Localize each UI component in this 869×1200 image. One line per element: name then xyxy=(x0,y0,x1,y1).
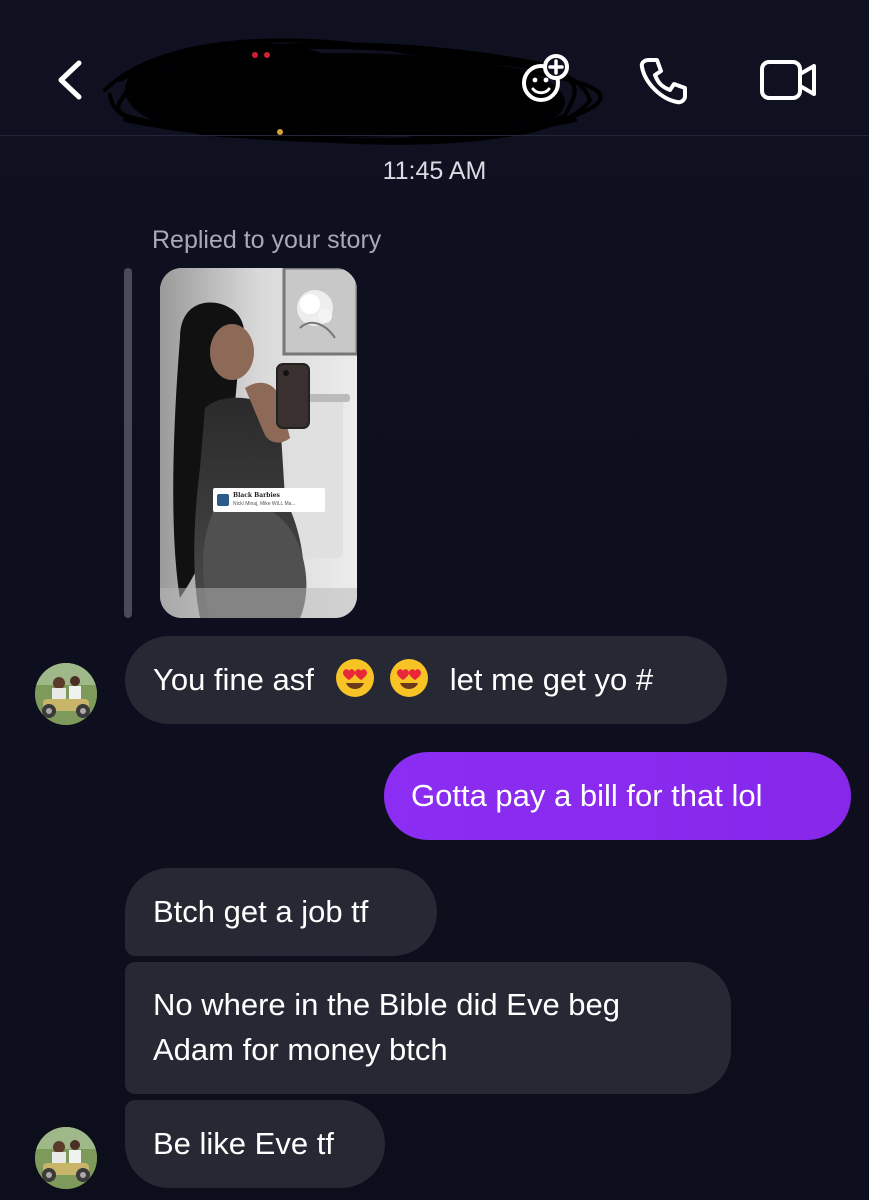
call-button[interactable] xyxy=(628,45,698,115)
message-text: Be like Eve tf xyxy=(153,1126,334,1161)
thread-header xyxy=(0,0,869,145)
message-text-line: Adam for money btch xyxy=(153,1032,448,1067)
message-text: let me get yo # xyxy=(449,662,654,697)
header-divider xyxy=(0,135,869,136)
story-photo xyxy=(160,268,357,618)
heart-eyes-emoji xyxy=(390,659,429,697)
music-title: Black Barbies xyxy=(233,492,280,499)
message-text: Gotta pay a bill for that lol xyxy=(411,778,763,813)
dm-thread-screen: 11:45 AM Replied to your story Black Bar… xyxy=(0,0,869,1200)
message-bubble-incoming[interactable]: Be like Eve tf xyxy=(125,1100,385,1188)
message-text: You fine asf xyxy=(153,662,314,697)
music-sticker[interactable]: Black Barbies Nicki Minaj, Mike WiLL Ma.… xyxy=(213,488,325,512)
video-camera-icon xyxy=(760,60,816,100)
message-timestamp: 11:45 AM xyxy=(382,157,487,185)
back-button[interactable] xyxy=(40,50,100,110)
avatar-image xyxy=(35,1127,97,1189)
sender-avatar[interactable] xyxy=(35,1127,97,1189)
message-bubble-incoming[interactable]: No where in the Bible did Eve beg Adam f… xyxy=(125,962,731,1094)
message-bubble-incoming[interactable]: You fine asf let me get yo # xyxy=(125,636,727,724)
music-album-icon xyxy=(217,494,229,506)
avatar-image xyxy=(35,663,97,725)
sender-avatar[interactable] xyxy=(35,663,97,725)
message-text: Btch get a job tf xyxy=(153,894,369,929)
message-bubble-incoming[interactable]: Btch get a job tf xyxy=(125,868,437,956)
add-person-icon xyxy=(522,54,569,102)
story-reply-indicator-bar xyxy=(124,268,132,618)
music-artist: Nicki Minaj, Mike WiLL Ma... xyxy=(233,501,296,507)
message-bubble-outgoing[interactable]: Gotta pay a bill for that lol xyxy=(384,752,851,840)
story-thumbnail[interactable]: Black Barbies Nicki Minaj, Mike WiLL Ma.… xyxy=(160,268,357,618)
story-reply-caption: Replied to your story xyxy=(152,226,382,254)
message-text-line: No where in the Bible did Eve beg xyxy=(153,987,621,1022)
phone-icon xyxy=(639,58,687,105)
chevron-left-icon xyxy=(58,60,82,100)
video-call-button[interactable] xyxy=(754,45,824,115)
heart-eyes-emoji xyxy=(335,659,374,697)
add-person-button[interactable] xyxy=(509,45,579,115)
